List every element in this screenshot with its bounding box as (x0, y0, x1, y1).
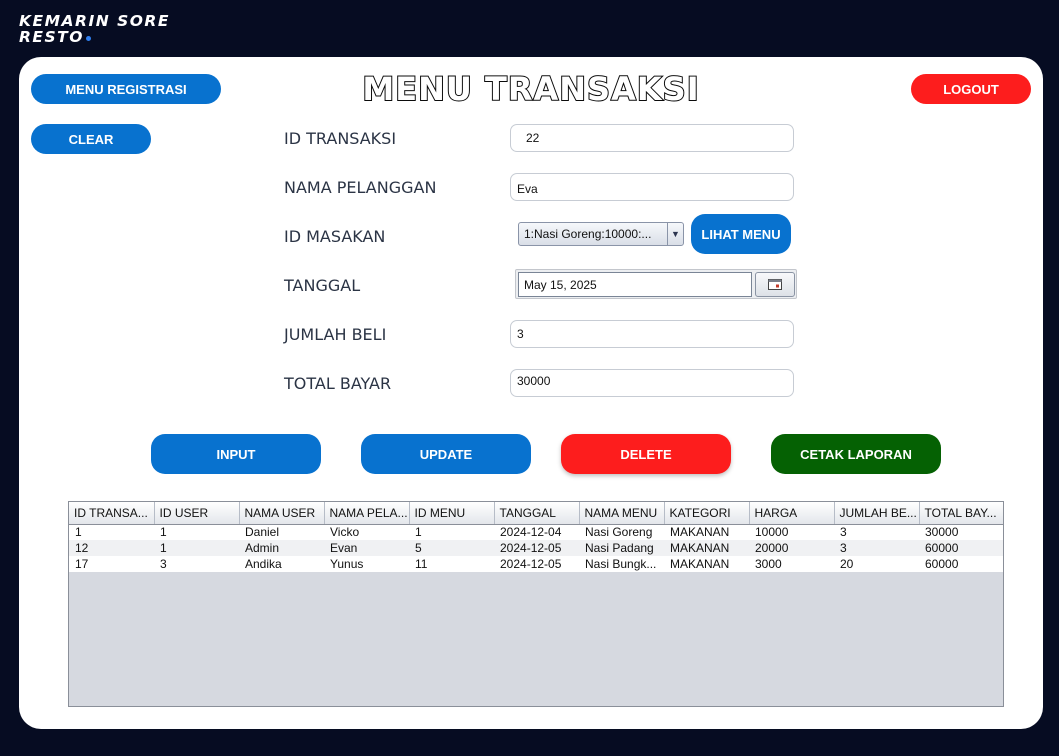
table-cell: 20000 (749, 540, 834, 556)
table-cell: 1 (154, 524, 239, 540)
table-cell: MAKANAN (664, 524, 749, 540)
table-cell: 3 (834, 540, 919, 556)
table-cell: 3 (154, 556, 239, 572)
column-header[interactable]: KATEGORI (664, 502, 750, 525)
table-cell: 12 (69, 540, 154, 556)
column-header[interactable]: ID TRANSA... (69, 502, 155, 525)
table-cell: 30000 (919, 524, 1003, 540)
logout-button[interactable]: LOGOUT (911, 74, 1031, 104)
chevron-down-icon[interactable]: ▼ (667, 223, 683, 245)
table-cell: Nasi Goreng (579, 524, 664, 540)
brand-logo: KEMARIN SORE RESTO (19, 13, 170, 45)
table-header-row: ID TRANSA... ID USER NAMA USER NAMA PELA… (69, 502, 1003, 525)
calendar-button[interactable] (755, 272, 795, 297)
brand-line-1: KEMARIN SORE (19, 12, 170, 30)
table-cell: 2024-12-05 (494, 556, 579, 572)
tanggal-date-chooser: May 15, 2025 (515, 269, 797, 299)
table-cell: 1 (154, 540, 239, 556)
table-cell: 2024-12-05 (494, 540, 579, 556)
calendar-icon (768, 279, 782, 290)
tanggal-input[interactable]: May 15, 2025 (518, 272, 752, 297)
cetak-laporan-button[interactable]: CETAK LAPORAN (771, 434, 941, 474)
total-bayar-field[interactable]: 30000 (510, 369, 794, 397)
table-row[interactable]: 12 1 Admin Evan 5 2024-12-05 Nasi Padang… (69, 540, 1003, 556)
main-panel: MENU REGISTRASI MENU TRANSAKSI LOGOUT CL… (19, 57, 1043, 729)
table-cell: Vicko (324, 524, 409, 540)
table-cell: Evan (324, 540, 409, 556)
jumlah-beli-field[interactable]: 3 (510, 320, 794, 348)
nama-pelanggan-field[interactable]: Eva (510, 173, 794, 201)
delete-button[interactable]: DELETE (561, 434, 731, 474)
table-row[interactable]: 1 1 Daniel Vicko 1 2024-12-04 Nasi Goren… (69, 524, 1003, 540)
nama-pelanggan-label: NAMA PELANGGAN (284, 178, 437, 197)
table-cell: MAKANAN (664, 540, 749, 556)
brand-dot-icon (85, 36, 91, 41)
table-cell: 60000 (919, 556, 1003, 572)
id-transaksi-field[interactable]: 22 (510, 124, 794, 152)
column-header[interactable]: NAMA MENU (579, 502, 665, 525)
brand-line-2: RESTO (19, 29, 170, 45)
column-header[interactable]: TANGGAL (494, 502, 580, 525)
column-header[interactable]: ID USER (154, 502, 240, 525)
table-cell: 10000 (749, 524, 834, 540)
id-transaksi-label: ID TRANSAKSI (284, 129, 397, 148)
column-header[interactable]: HARGA (749, 502, 835, 525)
table-cell: 1 (69, 524, 154, 540)
lihat-menu-button[interactable]: LIHAT MENU (691, 214, 791, 254)
table-cell: Daniel (239, 524, 324, 540)
table-cell: 11 (409, 556, 494, 572)
id-masakan-selected-value: 1:Nasi Goreng:10000:... (524, 227, 652, 241)
column-header[interactable]: TOTAL BAY... (919, 502, 1003, 525)
table-cell: 3 (834, 524, 919, 540)
jumlah-beli-label: JUMLAH BELI (284, 325, 387, 344)
id-masakan-label: ID MASAKAN (284, 227, 386, 246)
table-cell: 5 (409, 540, 494, 556)
table-cell: 20 (834, 556, 919, 572)
tanggal-label: TANGGAL (284, 276, 361, 295)
clear-button[interactable]: CLEAR (31, 124, 151, 154)
column-header[interactable]: NAMA USER (239, 502, 325, 525)
table-cell: Admin (239, 540, 324, 556)
table-cell: 17 (69, 556, 154, 572)
table-row[interactable]: 17 3 Andika Yunus 11 2024-12-05 Nasi Bun… (69, 556, 1003, 572)
total-bayar-label: TOTAL BAYAR (284, 374, 392, 393)
table-cell: Yunus (324, 556, 409, 572)
id-masakan-select[interactable]: 1:Nasi Goreng:10000:... ▼ (518, 222, 684, 246)
update-button[interactable]: UPDATE (361, 434, 531, 474)
column-header[interactable]: JUMLAH BE... (834, 502, 920, 525)
table-cell: Nasi Padang (579, 540, 664, 556)
column-header[interactable]: ID MENU (409, 502, 495, 525)
table-cell: 3000 (749, 556, 834, 572)
table-cell: 2024-12-04 (494, 524, 579, 540)
table-cell: MAKANAN (664, 556, 749, 572)
table-cell: 1 (409, 524, 494, 540)
table-cell: Andika (239, 556, 324, 572)
column-header[interactable]: NAMA PELA... (324, 502, 410, 525)
transaction-table[interactable]: ID TRANSA... ID USER NAMA USER NAMA PELA… (68, 501, 1004, 707)
page-title: MENU TRANSAKSI (361, 69, 700, 109)
input-button[interactable]: INPUT (151, 434, 321, 474)
table-cell: 60000 (919, 540, 1003, 556)
table-cell: Nasi Bungk... (579, 556, 664, 572)
